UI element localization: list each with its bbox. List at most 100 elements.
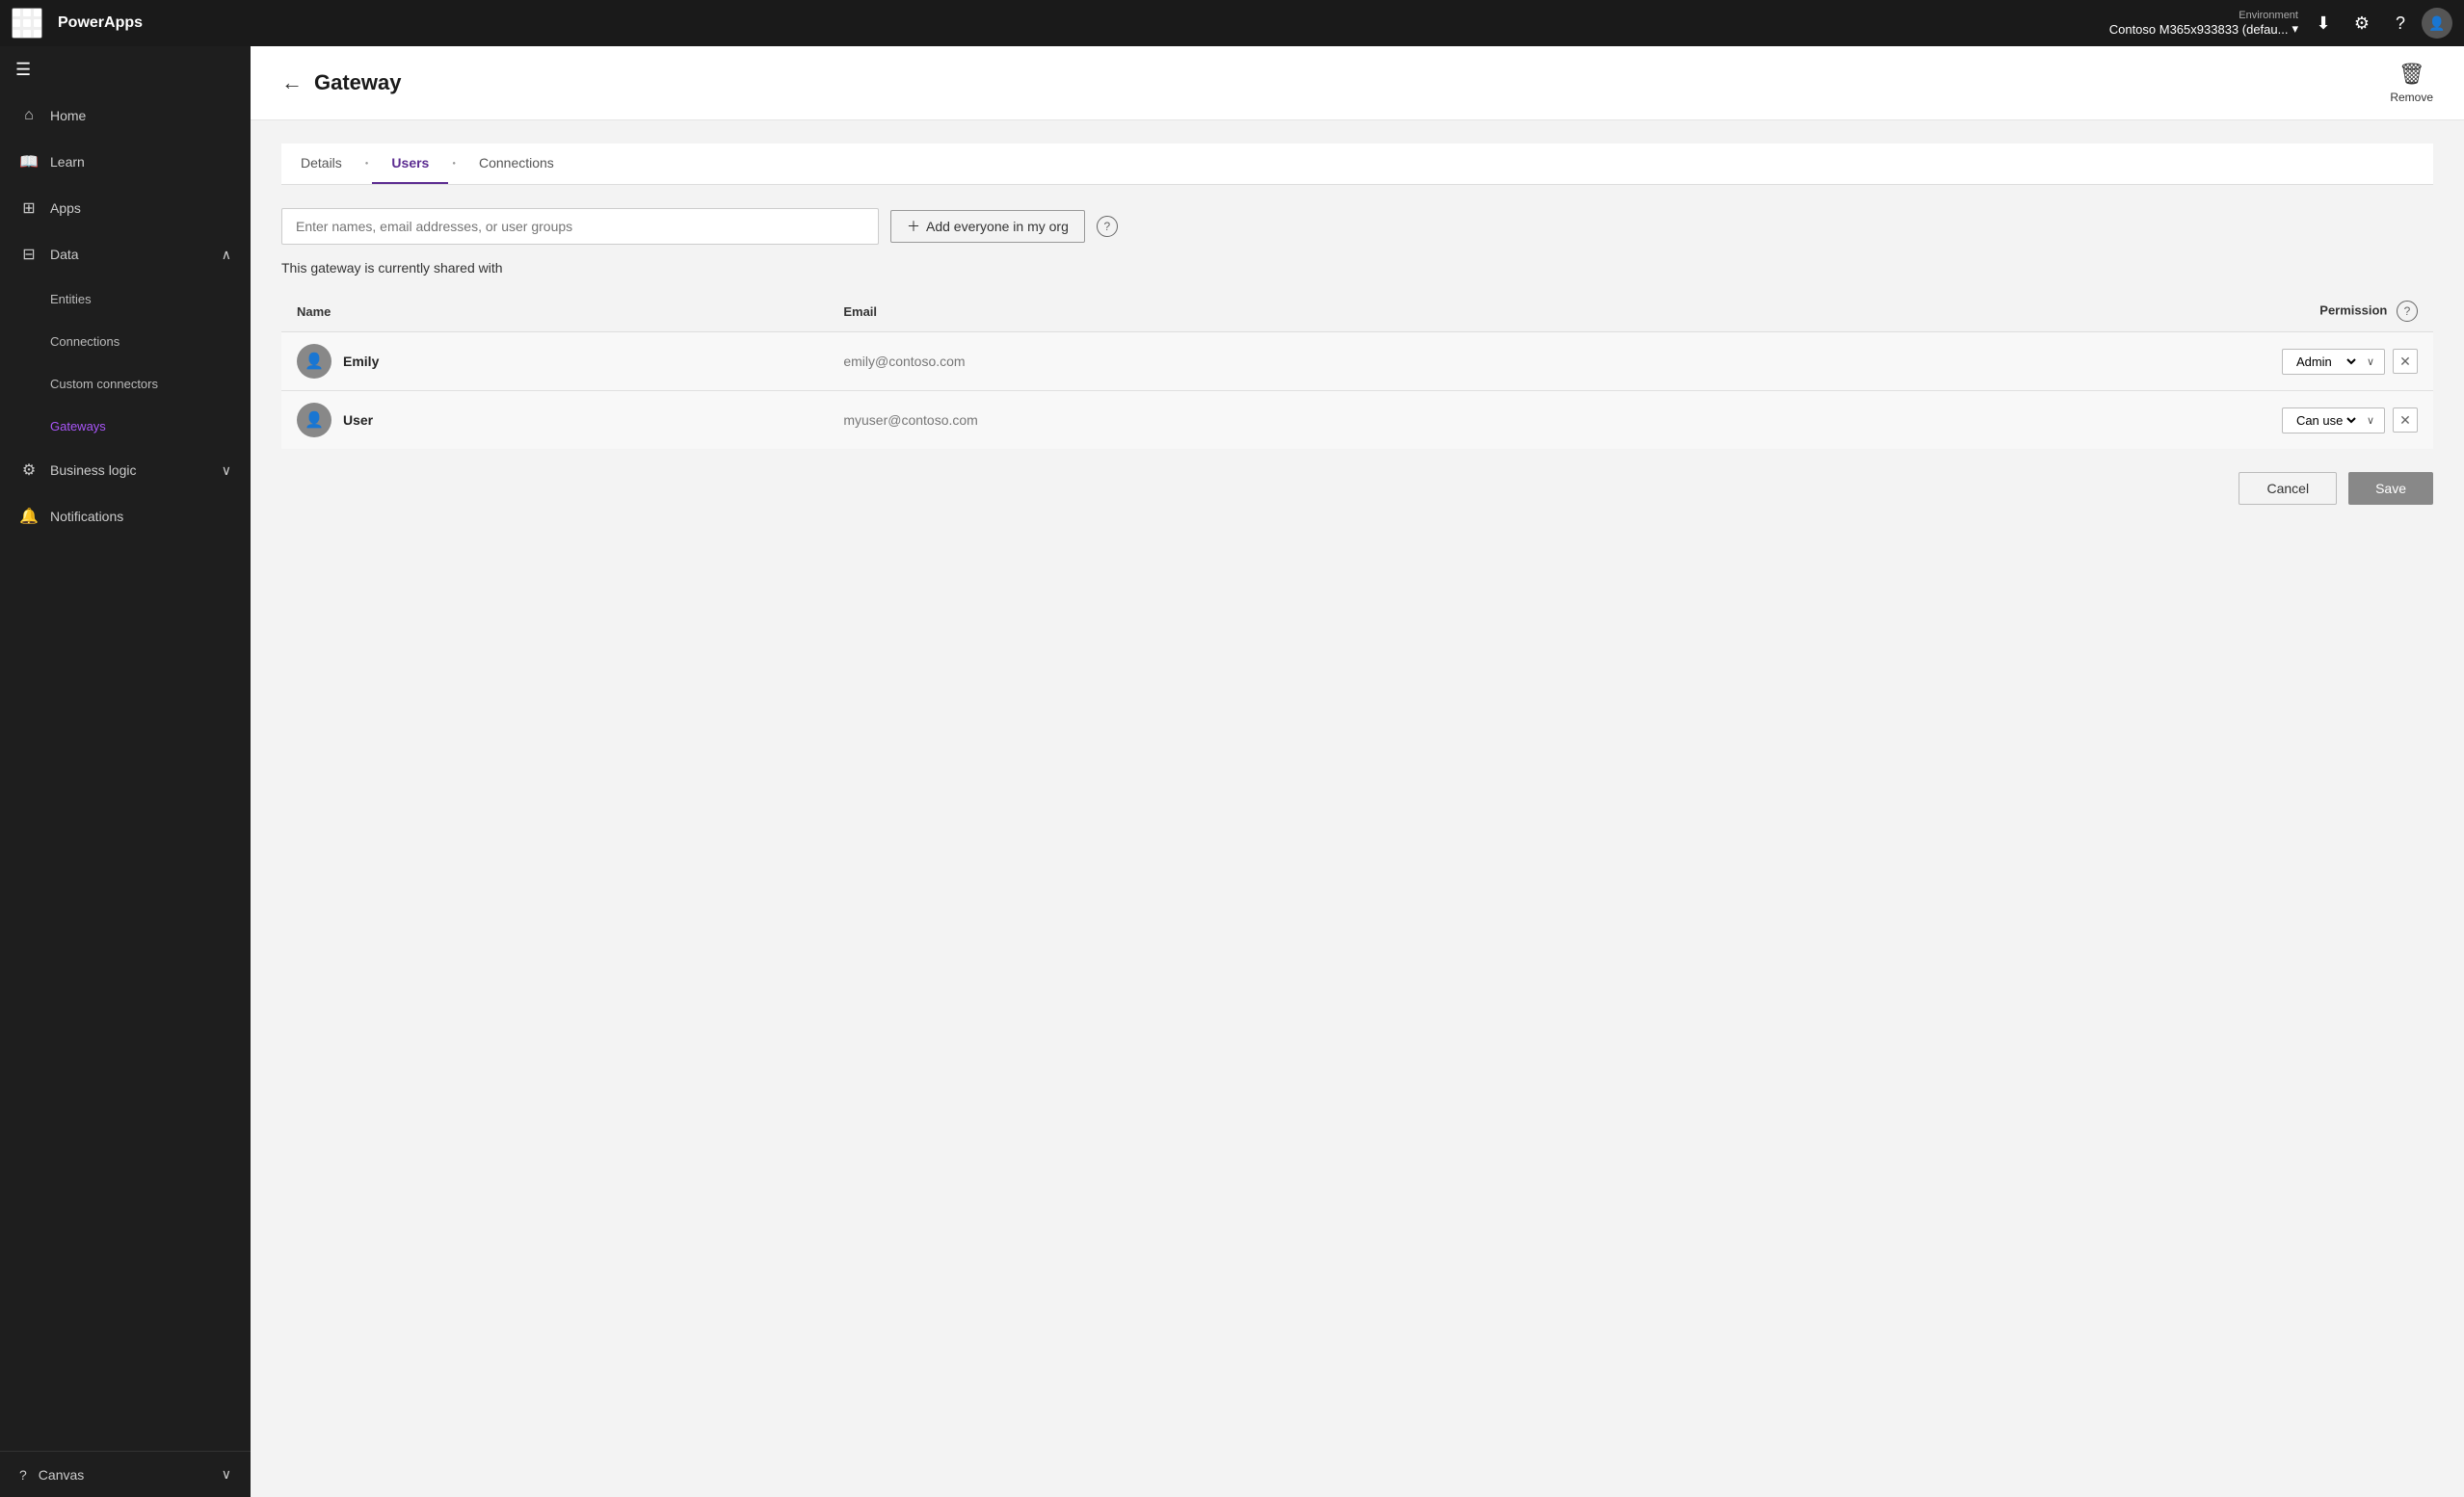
col-email-header: Email (828, 291, 1627, 332)
environment-label: Environment (2239, 10, 2298, 21)
sidebar-item-label-notifications: Notifications (50, 509, 123, 524)
user-search-input[interactable] (281, 208, 879, 245)
user-permission-cell: AdminCan use ∨ ✕ (1627, 391, 2433, 450)
chevron-down-icon: ▾ (2292, 21, 2298, 37)
sidebar-bottom-label: Canvas (39, 1467, 84, 1483)
back-button[interactable]: ← (281, 70, 303, 95)
sidebar-item-business-logic[interactable]: ⚙ Business logic ∨ (0, 447, 251, 493)
topbar: PowerApps Environment Contoso M365x93383… (0, 0, 2464, 46)
remove-label: Remove (2390, 91, 2433, 104)
dropdown-chevron-icon: ∨ (2367, 414, 2374, 427)
back-arrow-icon: ← (281, 70, 303, 95)
remove-user-button[interactable]: ✕ (2393, 407, 2418, 433)
save-button[interactable]: Save (2348, 472, 2433, 505)
add-everyone-label: Add everyone in my org (926, 219, 1069, 234)
sidebar-item-connections[interactable]: Connections (0, 320, 251, 362)
add-everyone-button[interactable]: ＋ Add everyone in my org (890, 210, 1085, 243)
remove-user-button[interactable]: ✕ (2393, 349, 2418, 374)
content-area: Details ● Users ● Connections ＋ A (251, 120, 2464, 1497)
permission-select[interactable]: AdminCan use (2292, 412, 2359, 429)
topbar-actions: ⬇ ⚙ ? 👤 (2306, 6, 2452, 40)
user-avatar-button[interactable]: 👤 (2422, 8, 2452, 39)
remove-button[interactable]: 🗑 Remove (2390, 62, 2433, 104)
download-button[interactable]: ⬇ (2306, 6, 2341, 40)
sidebar-item-data[interactable]: ⊟ Data ∧ (0, 231, 251, 277)
permission-help-button[interactable]: ? (2397, 301, 2418, 322)
permission-select-wrap[interactable]: AdminCan use ∨ (2282, 407, 2385, 433)
tab-connections[interactable]: Connections (460, 144, 573, 184)
sidebar-item-label-data: Data (50, 247, 79, 262)
main-content: ← Gateway 🗑 Remove Details ● Users ● (251, 46, 2464, 1497)
data-icon: ⊟ (19, 245, 39, 264)
user-email-cell: emily@contoso.com (828, 332, 1627, 391)
chevron-up-icon: ∧ (222, 247, 231, 263)
permission-select-wrap[interactable]: AdminCan use ∨ (2282, 349, 2385, 375)
users-section: ＋ Add everyone in my org ? This gateway … (281, 208, 2433, 505)
user-name-cell: 👤 Emily (281, 332, 828, 391)
search-row: ＋ Add everyone in my org ? (281, 208, 2433, 245)
permission-dropdown-wrap: AdminCan use ∨ ✕ (1642, 407, 2418, 433)
environment-name: Contoso M365x933833 (defau... ▾ (2109, 21, 2298, 37)
sidebar-item-entities[interactable]: Entities (0, 277, 251, 320)
waffle-icon (13, 9, 41, 38)
canvas-icon: ? (19, 1467, 27, 1483)
chevron-down-icon-bottom: ∨ (222, 1466, 231, 1483)
user-avatar: 👤 (297, 344, 331, 379)
table-row: 👤 Emily emily@contoso.com AdminCan use ∨ ✕ (281, 332, 2433, 391)
sidebar-item-custom-connectors[interactable]: Custom connectors (0, 362, 251, 405)
tab-dot-1: ● (365, 161, 369, 167)
tab-users[interactable]: Users (372, 144, 448, 184)
app-brand: PowerApps (50, 14, 143, 32)
plus-icon: ＋ (907, 217, 920, 236)
tab-details[interactable]: Details (281, 144, 361, 184)
home-icon: ⌂ (19, 107, 39, 124)
sidebar-item-home[interactable]: ⌂ Home (0, 92, 251, 139)
sidebar: ☰ ⌂ Home 📖 Learn ⊞ Apps ⊟ Data ∧ Entitie… (0, 46, 251, 1497)
sidebar-item-label-apps: Apps (50, 200, 81, 216)
waffle-menu-button[interactable] (12, 8, 42, 39)
sidebar-item-label-custom-connectors: Custom connectors (50, 377, 158, 391)
apps-icon: ⊞ (19, 198, 39, 218)
permission-select[interactable]: AdminCan use (2292, 354, 2359, 370)
col-name-header: Name (281, 291, 828, 332)
cancel-button[interactable]: Cancel (2239, 472, 2337, 505)
permission-dropdown-wrap: AdminCan use ∨ ✕ (1642, 349, 2418, 375)
trash-icon: 🗑 (2398, 62, 2425, 87)
table-row: 👤 User myuser@contoso.com AdminCan use ∨ ✕ (281, 391, 2433, 450)
sidebar-item-label-gateways: Gateways (50, 419, 106, 433)
shared-users-table: Name Email Permission ? 👤 (281, 291, 2433, 449)
sidebar-bottom[interactable]: ? Canvas ∨ (0, 1451, 251, 1497)
chevron-down-icon: ∨ (222, 462, 231, 479)
business-logic-icon: ⚙ (19, 460, 39, 480)
user-email-cell: myuser@contoso.com (828, 391, 1627, 450)
user-name-cell: 👤 User (281, 391, 828, 450)
add-everyone-help-button[interactable]: ? (1097, 216, 1118, 237)
user-avatar: 👤 (297, 403, 331, 437)
tabs: Details ● Users ● Connections (281, 144, 2433, 185)
sidebar-item-label-entities: Entities (50, 292, 92, 306)
sidebar-item-label-connections: Connections (50, 334, 119, 349)
avatar-icon: 👤 (305, 352, 324, 371)
shared-with-label: This gateway is currently shared with (281, 260, 2433, 276)
sidebar-item-label-business-logic: Business logic (50, 462, 137, 478)
sidebar-item-notifications[interactable]: 🔔 Notifications (0, 493, 251, 539)
user-avatar-icon: 👤 (2428, 15, 2445, 32)
user-name: User (343, 412, 373, 428)
avatar-icon: 👤 (305, 410, 324, 430)
page-title: Gateway (314, 70, 402, 95)
settings-button[interactable]: ⚙ (2345, 6, 2379, 40)
sidebar-item-apps[interactable]: ⊞ Apps (0, 185, 251, 231)
sidebar-menu-button[interactable]: ☰ (0, 46, 251, 92)
footer-row: Cancel Save (281, 472, 2433, 505)
learn-icon: 📖 (19, 152, 39, 171)
sidebar-item-gateways[interactable]: Gateways (0, 405, 251, 447)
sidebar-item-label-home: Home (50, 108, 86, 123)
sidebar-item-label-learn: Learn (50, 154, 85, 170)
help-button[interactable]: ? (2383, 6, 2418, 40)
dropdown-chevron-icon: ∨ (2367, 355, 2374, 368)
tab-dot-2: ● (452, 161, 456, 167)
environment-selector[interactable]: Environment Contoso M365x933833 (defau..… (2109, 10, 2298, 37)
user-permission-cell: AdminCan use ∨ ✕ (1627, 332, 2433, 391)
page-header: ← Gateway 🗑 Remove (251, 46, 2464, 120)
sidebar-item-learn[interactable]: 📖 Learn (0, 139, 251, 185)
